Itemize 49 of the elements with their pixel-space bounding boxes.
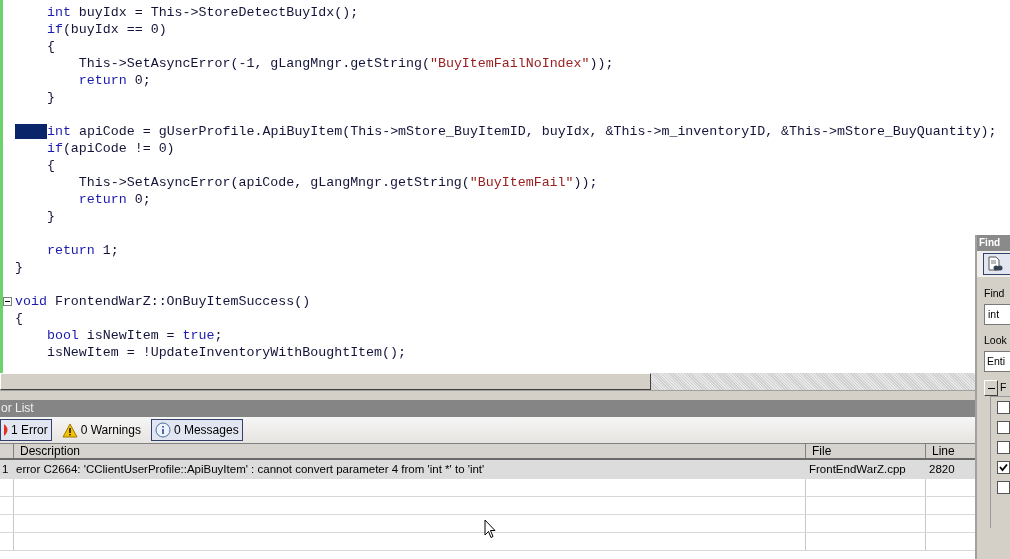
code-line: }: [45, 89, 55, 106]
code-line: return 1;: [45, 242, 119, 259]
code-line: isNewItem = !UpdateInventoryWithBoughtItem();: [45, 344, 406, 361]
scrollbar-thumb[interactable]: [0, 373, 651, 390]
code-line: {: [45, 157, 55, 174]
code-line: if(apiCode != 0): [45, 140, 175, 157]
code-line: This->SetAsyncError(-1, gLangMngr.getString("BuyItemFailNoIndex"));: [77, 55, 614, 72]
filter-tab[interactable]: 1 Error: [0, 419, 52, 441]
find-in-files-icon: [987, 256, 1003, 272]
warning-icon: [61, 422, 78, 438]
dialog-title: Find: [977, 235, 1010, 251]
column-header[interactable]: Line: [926, 444, 975, 458]
checkbox[interactable]: [997, 401, 1010, 414]
field-label: Find: [984, 286, 1006, 301]
code-line: void FrontendWarZ::OnBuyItemSuccess(): [15, 293, 311, 310]
table-cell-text: 1: [1, 462, 10, 477]
code-line: This->SetAsyncError(apiCode, gLangMngr.getString("BuyItemFail"));: [77, 174, 598, 191]
code-line: bool isNewItem = true;: [45, 327, 223, 344]
find-field[interactable]: int: [984, 304, 1010, 325]
section-label: F: [1000, 380, 1007, 396]
filter-tab[interactable]: 0 Warnings: [57, 419, 145, 441]
look-in-field[interactable]: Enti: [984, 351, 1010, 372]
code-line: int buyIdx = This->StoreDetectBuyIdx();: [45, 4, 359, 21]
code-line: {: [15, 310, 23, 327]
code-line: return 0;: [77, 191, 151, 208]
code-line: return 0;: [77, 72, 151, 89]
collapse-icon[interactable]: [3, 297, 12, 306]
checkbox[interactable]: [997, 421, 1010, 434]
filter-tab[interactable]: 0 Messages: [150, 419, 243, 441]
table-cell-text: FrontEndWarZ.cpp: [808, 462, 907, 477]
toolbar-button[interactable]: [983, 253, 1010, 275]
checkbox[interactable]: [997, 481, 1010, 494]
checkbox[interactable]: [997, 441, 1010, 454]
code-line: int apiCode = gUserProfile.ApiBuyItem(This->mStore_BuyItemID, buyIdx, &This->m_inventoryID, &This->mStore_BuyQuantity);: [47, 123, 997, 140]
info-icon: [154, 422, 171, 438]
table-cell-text: 2820: [928, 462, 956, 477]
table-cell-text: error C2664: 'CClientUserProfile::ApiBuyItem' : cannot convert parameter 4 from 'int *' to 'int': [15, 462, 486, 477]
field-label: Look: [984, 333, 1008, 348]
code-line: if(buyIdx == 0): [45, 21, 167, 38]
collapse-button[interactable]: [984, 380, 998, 396]
checkbox[interactable]: [997, 461, 1010, 474]
error-icon: [4, 423, 8, 437]
code-line: {: [45, 38, 55, 55]
panel-title: or List: [0, 400, 975, 417]
code-line: }: [15, 259, 23, 276]
column-header[interactable]: Description: [14, 444, 806, 458]
code-line: }: [45, 208, 55, 225]
mouse-pointer-icon: [484, 519, 496, 539]
column-header[interactable]: File: [806, 444, 926, 458]
